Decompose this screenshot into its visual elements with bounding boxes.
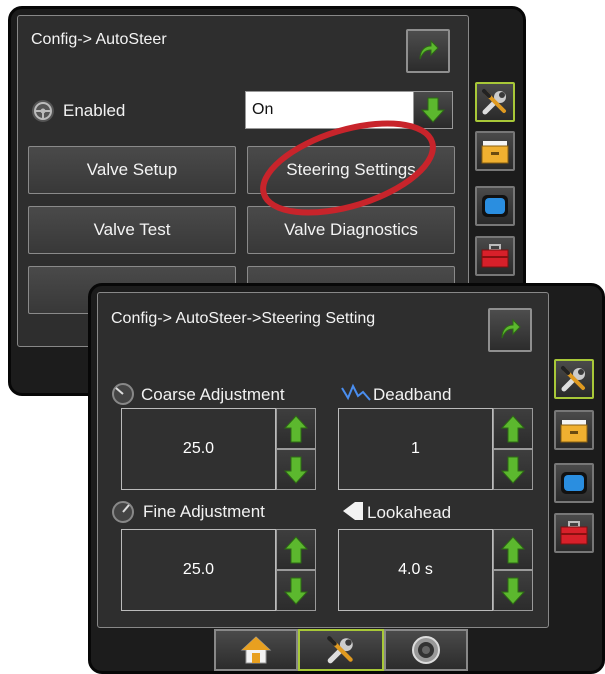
wrench-screwdriver-icon xyxy=(561,366,585,392)
valve-setup-button[interactable]: Valve Setup xyxy=(28,146,236,194)
back-arrow-icon xyxy=(419,39,439,60)
up-arrow-icon xyxy=(284,414,308,442)
home-icon xyxy=(240,636,272,664)
fine-increase-button[interactable] xyxy=(276,529,316,570)
lookahead-icon xyxy=(343,502,363,520)
tab-tools[interactable] xyxy=(475,82,515,122)
camera-icon xyxy=(412,636,440,664)
page-title: Config-> AutoSteer xyxy=(31,31,167,48)
coarse-decrease-button[interactable] xyxy=(276,449,316,490)
fine-decrease-button[interactable] xyxy=(276,570,316,611)
coarse-knob-icon xyxy=(112,383,134,405)
back-button[interactable] xyxy=(406,29,450,73)
lookahead-increase-button[interactable] xyxy=(493,529,533,570)
down-arrow-icon xyxy=(284,456,308,484)
folder-icon xyxy=(560,420,588,443)
enabled-label: Enabled xyxy=(63,101,126,120)
tab-folder[interactable] xyxy=(554,410,594,450)
page-title: Config-> AutoSteer->Steering Setting xyxy=(111,310,376,327)
tools-tab[interactable] xyxy=(298,629,384,671)
tab-toolbox[interactable] xyxy=(475,236,515,276)
toolbox-icon xyxy=(560,521,588,545)
lookahead-value[interactable]: 4.0 s xyxy=(338,529,493,611)
steering-setting-window: Config-> AutoSteer->Steering Setting Coa… xyxy=(88,283,605,674)
deadband-increase-button[interactable] xyxy=(493,408,533,449)
down-arrow-icon xyxy=(501,456,525,484)
camera-tab[interactable] xyxy=(384,629,468,671)
back-arrow-icon xyxy=(501,318,521,339)
lookahead-label: Lookahead xyxy=(367,503,452,522)
home-tab[interactable] xyxy=(214,629,298,671)
screen-icon xyxy=(482,195,508,217)
tab-folder[interactable] xyxy=(475,131,515,171)
highlight-ellipse xyxy=(260,120,436,216)
up-arrow-icon xyxy=(284,535,308,563)
folder-icon xyxy=(481,141,509,164)
deadband-value[interactable]: 1 xyxy=(338,408,493,490)
up-arrow-icon xyxy=(501,535,525,563)
deadband-label: Deadband xyxy=(373,385,452,404)
steering-wheel-icon xyxy=(32,100,54,122)
wrench-screwdriver-icon xyxy=(482,89,506,115)
deadband-decrease-button[interactable] xyxy=(493,449,533,490)
tab-toolbox[interactable] xyxy=(554,513,594,553)
fine-adjustment-value[interactable]: 25.0 xyxy=(121,529,276,611)
toolbox-icon xyxy=(481,244,509,268)
back-button[interactable] xyxy=(488,308,532,352)
coarse-adjustment-label: Coarse Adjustment xyxy=(141,385,285,404)
tab-display[interactable] xyxy=(554,463,594,503)
lookahead-decrease-button[interactable] xyxy=(493,570,533,611)
valve-test-button[interactable]: Valve Test xyxy=(28,206,236,254)
down-arrow-icon xyxy=(501,577,525,605)
tab-display[interactable] xyxy=(475,186,515,226)
screen-icon xyxy=(561,472,587,494)
up-arrow-icon xyxy=(501,414,525,442)
coarse-increase-button[interactable] xyxy=(276,408,316,449)
fine-knob-icon xyxy=(112,501,134,523)
coarse-adjustment-value[interactable]: 25.0 xyxy=(121,408,276,490)
wrench-screwdriver-icon xyxy=(327,636,353,664)
tab-tools[interactable] xyxy=(554,359,594,399)
fine-adjustment-label: Fine Adjustment xyxy=(143,502,265,521)
down-arrow-icon xyxy=(284,577,308,605)
deadband-wave-icon xyxy=(341,383,371,401)
